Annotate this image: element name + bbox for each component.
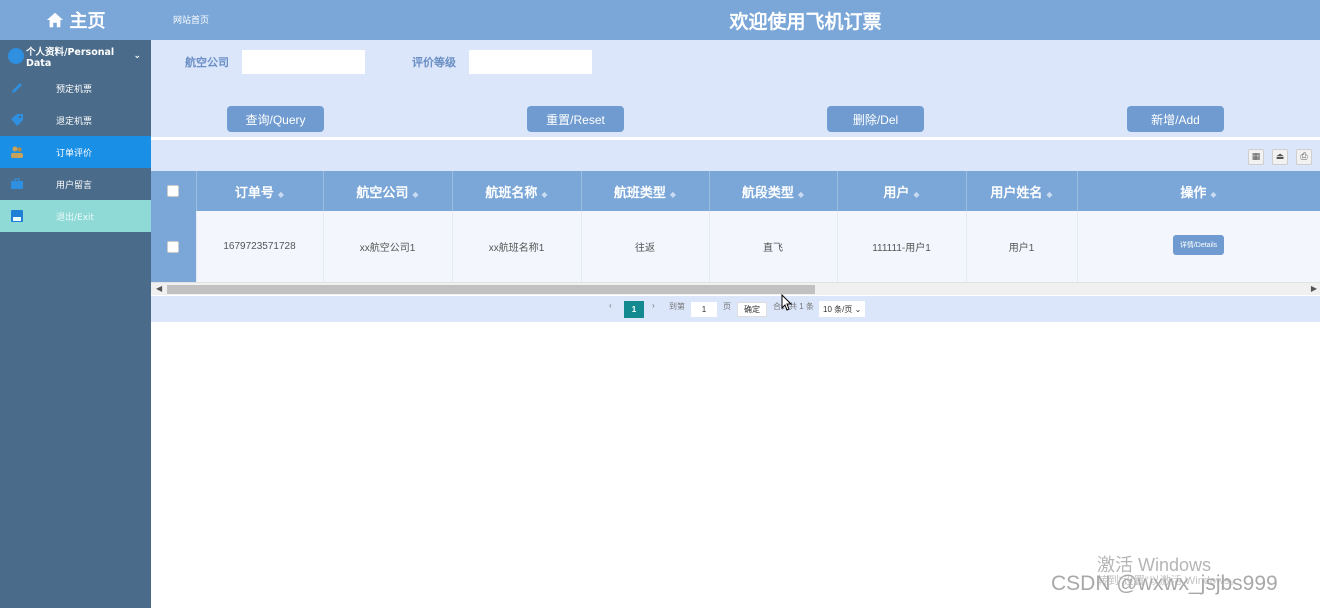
add-button[interactable]: 新增/Add <box>1127 106 1224 132</box>
sort-icon: ◆ <box>1210 189 1217 199</box>
rating-label: 评价等级 <box>412 56 456 69</box>
sort-icon: ◆ <box>669 189 677 199</box>
sidebar-item-label: 退出/Exit <box>56 212 95 223</box>
chevron-down-icon: ⌄ <box>133 51 141 61</box>
page-unit-label: 页 <box>723 302 731 311</box>
mouse-cursor-icon <box>781 294 793 311</box>
column-label: 订单号 <box>234 185 274 201</box>
sidebar-item-label: 退定机票 <box>56 116 93 127</box>
prev-page-icon[interactable]: ‹ <box>609 301 612 310</box>
data-table: 订单号 ◆ 航空公司 ◆ 航班名称 ◆ 航班类型 ◆ 航段类型 ◆ 用户 ◆ 用户姓名 ◆ 操… <box>151 171 1320 282</box>
sort-icon: ◆ <box>913 189 920 199</box>
column-header[interactable]: 航空公司 ◆ <box>323 171 453 211</box>
select-all-cell <box>151 171 197 211</box>
print-icon[interactable]: ⎙ <box>1296 149 1312 165</box>
sort-icon: ◆ <box>1046 189 1053 199</box>
sidebar-item-order-review[interactable]: 订单评价 <box>0 136 151 168</box>
column-label: 航段类型 <box>741 185 794 201</box>
pagination: ‹ 1 › 到第 1 页 确定 合计共 1 条 10 条/页 ⌄ <box>151 296 1320 322</box>
column-header[interactable]: 订单号 ◆ <box>196 171 324 211</box>
columns-icon[interactable]: ▦ <box>1248 149 1264 165</box>
globe-icon <box>8 48 24 64</box>
column-label: 航空公司 <box>356 185 409 201</box>
reset-button[interactable]: 重置/Reset <box>527 106 624 132</box>
search-panel: 航空公司 评价等级 查询/Query 重置/Reset 删除/Del 新增/Ad… <box>151 40 1320 137</box>
column-header[interactable]: 用户 ◆ <box>837 171 967 211</box>
query-button[interactable]: 查询/Query <box>227 106 324 132</box>
row-checkbox[interactable] <box>167 240 180 253</box>
current-page[interactable]: 1 <box>624 301 644 318</box>
confirm-button[interactable]: 确定 <box>737 302 767 317</box>
sort-icon: ◆ <box>277 189 285 199</box>
table-header-row: 订单号 ◆ 航空公司 ◆ 航班名称 ◆ 航班类型 ◆ 航段类型 ◆ 用户 ◆ 用户姓名 ◆ 操… <box>151 171 1320 211</box>
sidebar: 主页 个人资料/Personal Data ⌄ 预定机票 退定机票 订单评价 用… <box>0 0 151 608</box>
table-row: 1679723571728 xx航空公司1 xx航班名称1 往返 直飞 1111… <box>151 211 1320 282</box>
sort-icon: ◆ <box>797 189 805 199</box>
column-label: 操作 <box>1180 185 1207 201</box>
tag-icon <box>10 113 24 127</box>
action-cell: 详情/Details <box>1077 211 1320 282</box>
sidebar-item-label: 用户留言 <box>56 180 93 191</box>
sidebar-item-book-ticket[interactable]: 预定机票 <box>0 72 151 104</box>
user-cell: 111111-用户1 <box>837 211 967 282</box>
column-label: 用户姓名 <box>990 185 1043 201</box>
column-header[interactable]: 航段类型 ◆ <box>709 171 838 211</box>
delete-button[interactable]: 删除/Del <box>827 106 924 132</box>
page-number-input[interactable]: 1 <box>691 302 717 317</box>
csdn-watermark: CSDN @wxwx_jsjbs999 <box>1051 572 1278 595</box>
pencil-icon <box>10 81 24 95</box>
total-count: 合计共 1 条 <box>773 302 814 311</box>
segment-type-cell: 直飞 <box>709 211 838 282</box>
scroll-right-icon[interactable]: ▶ <box>1311 284 1317 293</box>
row-select-cell <box>151 211 197 282</box>
scroll-left-icon[interactable]: ◀ <box>156 284 162 293</box>
column-label: 航班类型 <box>613 185 666 201</box>
sort-icon: ◆ <box>541 189 548 199</box>
home-icon <box>46 12 63 28</box>
column-label: 航班名称 <box>485 185 538 201</box>
page-title: 欢迎使用飞机订票 <box>729 11 882 33</box>
home-brand[interactable]: 主页 <box>0 0 151 40</box>
users-icon <box>10 145 24 159</box>
order-no-cell: 1679723571728 <box>196 211 324 282</box>
goto-label: 到第 <box>669 302 685 311</box>
next-page-icon[interactable]: › <box>652 301 655 310</box>
table-toolbar: ▦ ⏏ ⎙ <box>151 140 1320 171</box>
page-size-select[interactable]: 10 条/页 ⌄ <box>819 301 866 317</box>
save-icon <box>10 209 24 223</box>
sidebar-item-refund-ticket[interactable]: 退定机票 <box>0 104 151 136</box>
sidebar-item-label: 订单评价 <box>56 148 93 159</box>
rating-input[interactable] <box>469 50 592 74</box>
horizontal-scrollbar[interactable]: ◀ ▶ <box>151 282 1320 295</box>
export-icon[interactable]: ⏏ <box>1272 149 1288 165</box>
sidebar-item-label: 预定机票 <box>56 84 93 95</box>
column-header[interactable]: 用户姓名 ◆ <box>966 171 1078 211</box>
airline-cell: xx航空公司1 <box>323 211 453 282</box>
sort-icon: ◆ <box>412 189 419 199</box>
flight-type-cell: 往返 <box>581 211 710 282</box>
column-header[interactable]: 操作 ◆ <box>1077 171 1320 211</box>
sidebar-group-label: 个人资料/Personal Data <box>26 46 115 69</box>
select-all-checkbox[interactable] <box>167 185 180 197</box>
airline-input[interactable] <box>242 50 365 74</box>
sidebar-item-user-message[interactable]: 用户留言 <box>0 168 151 200</box>
flight-name-cell: xx航班名称1 <box>452 211 582 282</box>
details-button[interactable]: 详情/Details <box>1172 234 1225 255</box>
brand-label: 主页 <box>69 11 106 32</box>
page-size-value: 10 条/页 <box>823 304 853 314</box>
user-name-cell: 用户1 <box>966 211 1078 282</box>
top-header: 网站首页 欢迎使用飞机订票 <box>151 0 1320 40</box>
sidebar-item-exit[interactable]: 退出/Exit <box>0 200 151 232</box>
column-label: 用户 <box>883 185 910 201</box>
sidebar-group-personal-data[interactable]: 个人资料/Personal Data ⌄ <box>0 40 151 72</box>
column-header[interactable]: 航班类型 ◆ <box>581 171 710 211</box>
chevron-down-icon: ⌄ <box>854 304 862 314</box>
airline-label: 航空公司 <box>185 56 229 69</box>
column-header[interactable]: 航班名称 ◆ <box>452 171 582 211</box>
briefcase-icon <box>10 177 24 191</box>
scroll-thumb[interactable] <box>167 285 815 294</box>
